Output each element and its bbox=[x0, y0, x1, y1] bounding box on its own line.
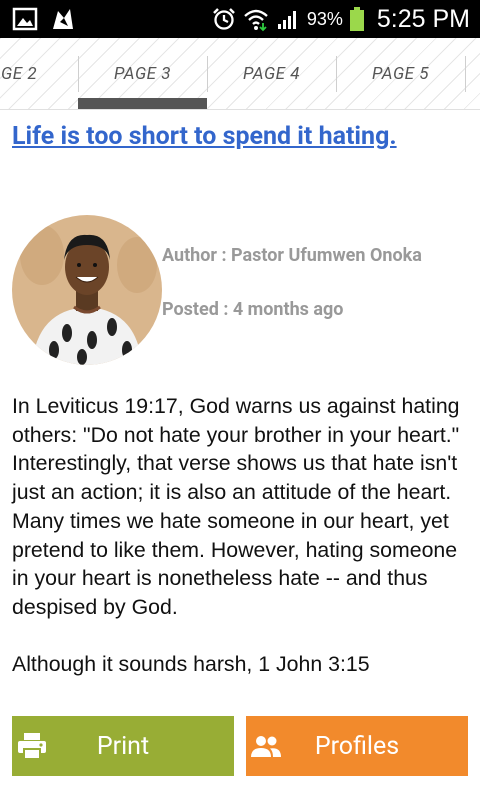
profiles-button[interactable]: Profiles bbox=[246, 716, 468, 776]
tab-label: PAGE 5 bbox=[372, 64, 429, 84]
tab-label: PAGE 4 bbox=[243, 64, 300, 84]
author-avatar bbox=[12, 215, 162, 365]
battery-icon bbox=[349, 7, 364, 31]
article-paragraph: In Leviticus 19:17, God warns us against… bbox=[12, 394, 460, 619]
clock: 5:25 PM bbox=[376, 4, 470, 33]
status-bar: 93% 5:25 PM bbox=[0, 0, 480, 38]
print-button[interactable]: Print bbox=[12, 716, 234, 776]
tab-page-5[interactable]: PAGE 5 bbox=[336, 38, 465, 110]
printer-icon bbox=[18, 733, 46, 760]
tab-page-2[interactable]: AGE 2 bbox=[0, 38, 78, 110]
page-tab-strip: AGE 2 PAGE 3 PAGE 4 PAGE 5 bbox=[0, 38, 480, 110]
status-right: 93% 5:25 PM bbox=[211, 0, 470, 38]
signal-icon bbox=[277, 11, 296, 29]
tab-divider bbox=[465, 56, 466, 92]
selected-tab-indicator bbox=[78, 98, 207, 109]
article-paragraph: Although it sounds harsh, 1 John 3:15 bbox=[12, 651, 370, 676]
tab-page-4[interactable]: PAGE 4 bbox=[207, 38, 336, 110]
author-photo bbox=[12, 215, 162, 365]
tab-label: PAGE 3 bbox=[114, 64, 171, 84]
article-body: In Leviticus 19:17, God warns us against… bbox=[12, 392, 474, 678]
wifi-icon bbox=[244, 9, 268, 32]
battery-percent: 93% bbox=[306, 8, 343, 29]
people-icon bbox=[251, 736, 281, 757]
alarm-icon bbox=[212, 8, 235, 30]
posted-line: Posted : 4 months ago bbox=[162, 299, 344, 320]
flipboard-icon bbox=[53, 9, 73, 29]
author-line: Author : Pastor Ufumwen Onoka bbox=[162, 245, 422, 266]
status-left-icons bbox=[12, 6, 76, 32]
article-title-link[interactable]: Life is too short to spend it hating. bbox=[12, 122, 472, 151]
image-icon bbox=[12, 7, 38, 31]
tab-label: AGE 2 bbox=[0, 64, 38, 84]
